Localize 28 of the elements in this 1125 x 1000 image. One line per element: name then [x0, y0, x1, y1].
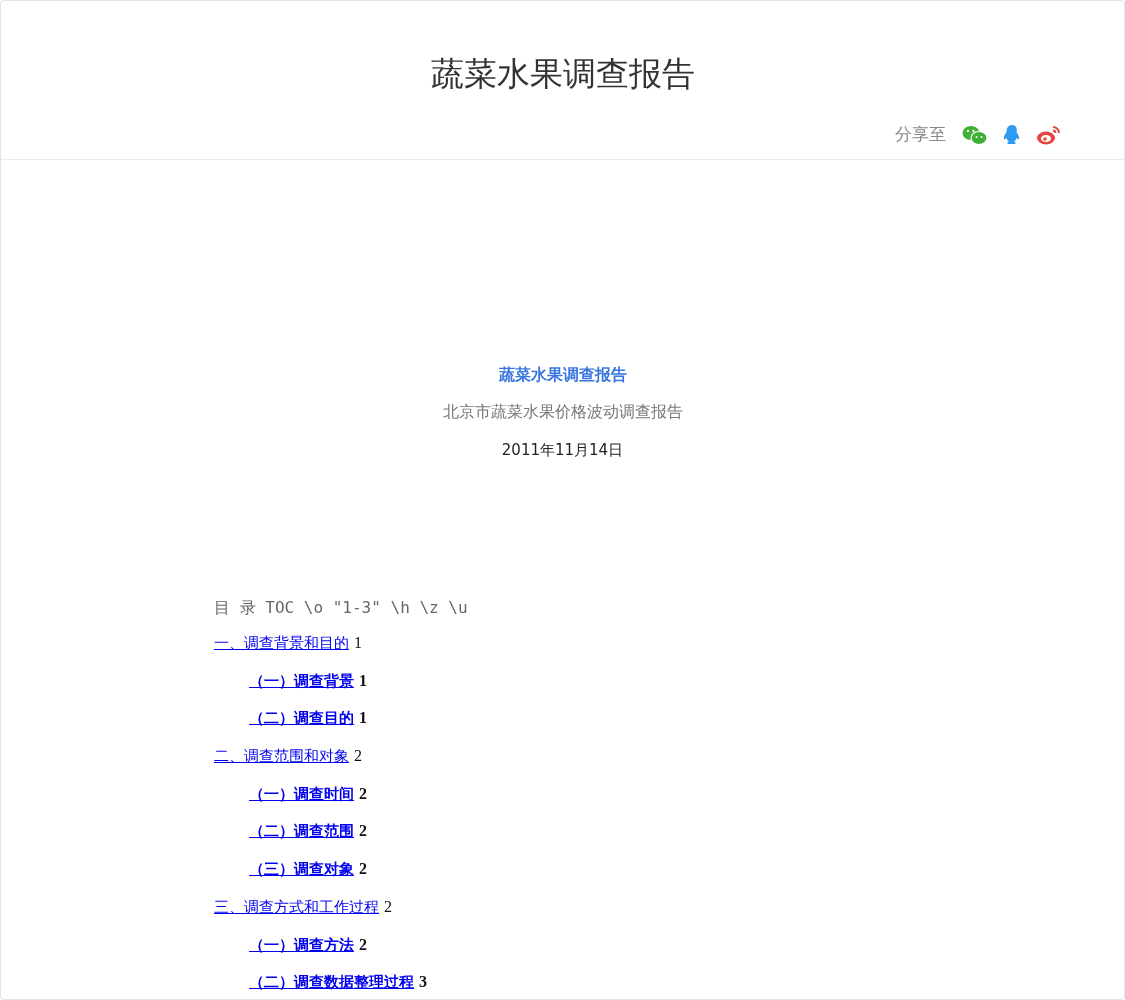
- toc-link[interactable]: （一）调查背景: [249, 671, 354, 691]
- toc-link[interactable]: （一）调查方法: [249, 935, 354, 955]
- page-number: 2: [359, 935, 367, 954]
- share-label: 分享至: [895, 123, 946, 146]
- document-subtitle: 北京市蔬菜水果价格波动调查报告: [441, 402, 684, 422]
- penguin-icon[interactable]: [1002, 123, 1022, 146]
- page-number: 1: [359, 671, 367, 690]
- document-date: 2011年11月14日: [500, 440, 625, 460]
- toc-link[interactable]: 一、调查背景和目的: [214, 634, 349, 653]
- page-number: 2: [359, 822, 367, 841]
- page-title: 蔬菜水果调查报告: [429, 53, 696, 95]
- page-number: 3: [419, 973, 427, 992]
- toc-link[interactable]: （三）调查对象: [249, 860, 354, 880]
- page-number: 1: [359, 709, 367, 728]
- page-number: 2: [359, 784, 367, 803]
- toc-heading: 目 录 TOC \o "1-3" \h \z \u: [214, 597, 469, 619]
- toc-link[interactable]: （二）调查范围: [249, 822, 354, 842]
- toc-link[interactable]: （二）调查数据整理过程: [249, 973, 414, 993]
- toc-link[interactable]: （二）调查目的: [249, 709, 354, 729]
- document-title: 蔬菜水果调查报告: [497, 365, 628, 385]
- toc-link[interactable]: 二、调查范围和对象: [214, 747, 349, 767]
- wechat-icon[interactable]: [962, 124, 988, 145]
- page-number: 2: [384, 897, 392, 916]
- toc-link[interactable]: （一）调查时间: [249, 784, 354, 804]
- toc-link[interactable]: 三、调查方式和工作过程: [214, 897, 379, 917]
- page-number: 2: [359, 860, 367, 879]
- page-number: 2: [354, 747, 362, 766]
- page-number: 1: [354, 634, 362, 652]
